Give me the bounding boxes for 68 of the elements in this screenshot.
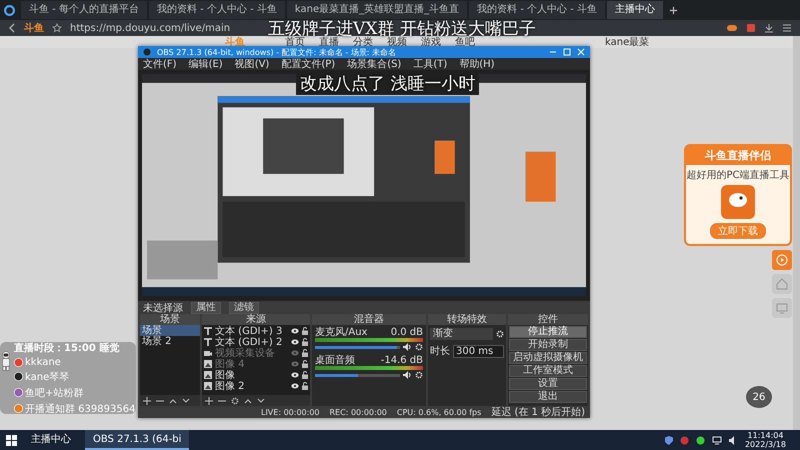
control-button[interactable]: 开始录制 [509, 339, 587, 351]
duration-field[interactable]: 300 ms [453, 344, 504, 358]
dock-title: 场景 [140, 314, 200, 325]
source-item[interactable]: 图像 2 [215, 378, 288, 392]
menu-item[interactable]: 工具(T) [413, 57, 448, 71]
channel-name: 桌面音频 [315, 355, 355, 366]
source-item[interactable]: 视频采集设备 [215, 346, 288, 360]
source-item[interactable]: 图像 [215, 368, 288, 382]
channel-reading: 0.0 dB [390, 327, 423, 338]
menu-item[interactable]: 配置文件(P) [281, 57, 336, 71]
nav-link[interactable]: 首页 [285, 35, 305, 49]
schedule-text: 鱼吧+站粉群 [25, 386, 84, 400]
browser-tab[interactable]: 我的资料 - 个人中心 - 斗鱼 [148, 1, 285, 19]
transition-dropdown[interactable]: 渐变 [430, 328, 493, 340]
cpu-status: CPU: 0.6%, 60.00 fps [396, 408, 482, 416]
browser-tab[interactable]: 主播中心 [607, 1, 664, 19]
control-button[interactable]: 工作室模式 [509, 365, 587, 377]
menu-item[interactable]: 文件(F) [143, 57, 177, 71]
promo-title: 斗鱼直播伴侣 [686, 146, 790, 165]
browser-tab[interactable]: kane最菜直播_英雄联盟直播_斗鱼直 [286, 1, 468, 19]
menu-item[interactable]: 帮助(H) [459, 57, 495, 71]
source-item[interactable]: 文本 (GDI+) 2 [215, 334, 288, 348]
control-button[interactable]: 退出 [509, 391, 587, 403]
progress-bubble[interactable]: 26 [746, 386, 772, 408]
stream-overlay-text: 改成八点了 浅睡一小时 [296, 72, 480, 95]
browser-tab[interactable]: 斗鱼 - 每个人的直播平台 [21, 1, 147, 19]
nav-link[interactable]: 游戏 [421, 35, 441, 49]
user-name[interactable]: kane最菜 [605, 35, 650, 49]
schedule-text: 直播时段：15:00 睡觉 [14, 342, 120, 354]
window-title: OBS 27.1.3 (64-bit, windows) - 配置文件: 未命名 - 场景: 未命名 [157, 46, 398, 58]
source-toolbar-button[interactable]: 属性 [191, 302, 221, 314]
taskbar-app[interactable]: 主播中心 [23, 430, 79, 450]
dock-title: 控件 [508, 314, 588, 325]
taskbar-app[interactable]: OBS 27.1.3 (64-bi [85, 430, 190, 450]
channel-name: 麦克风/Aux [315, 327, 368, 338]
menu-item[interactable]: 编辑(E) [188, 57, 223, 71]
nav-link[interactable]: 鱼吧 [455, 35, 475, 49]
duration-label: 时长 [430, 344, 450, 358]
source-toolbar-button[interactable]: 滤镜 [229, 302, 259, 314]
schedule-text: 开播通知群 639893564 [25, 402, 136, 416]
live-status: LIVE: 00:00:00 [260, 408, 320, 416]
clock-date[interactable]: 2022/3/18 [744, 440, 786, 449]
browser-tab[interactable]: 我的资料 - 个人中心 - 斗鱼 [469, 1, 606, 19]
schedule-text: kkkane [25, 356, 61, 368]
source-item[interactable]: 图像 4 [215, 356, 288, 370]
nav-link[interactable]: 视频 [387, 35, 407, 49]
schedule-text: kane琴琴 [25, 370, 70, 384]
rec-status: REC: 00:00:00 [330, 408, 387, 416]
control-button[interactable]: 启动虚拟摄像机 [509, 352, 587, 364]
no-source-label: 未选择源 [143, 302, 183, 314]
promo-subtitle: 超好用的PC端直播工具 [686, 168, 790, 182]
source-item[interactable]: 文本 (GDI+) 3 [215, 325, 288, 338]
dock-title: 来源 [202, 314, 310, 325]
dock-title: 混音器 [312, 314, 426, 325]
url-field[interactable]: https://mp.douyu.com/live/main [70, 22, 230, 34]
menu-item[interactable]: 场景集合(S) [347, 57, 402, 71]
clock-time[interactable]: 11:14:04 [748, 431, 784, 440]
site-logo[interactable]: 斗鱼 [24, 21, 44, 35]
scene-item[interactable]: 场景 [140, 325, 200, 336]
channel-reading: -14.6 dB [380, 355, 423, 366]
scene-item[interactable]: 场景 2 [140, 336, 200, 347]
dock-title: 转场特效 [428, 314, 506, 325]
control-button[interactable]: 停止推流 [509, 326, 587, 338]
delay-status: 延迟 (在 1 秒后开始) [491, 406, 585, 419]
menu-item[interactable]: 视图(V) [234, 57, 270, 71]
control-button[interactable]: 设置 [509, 378, 587, 390]
nav-link[interactable]: 直播 [319, 35, 339, 49]
nav-link[interactable]: 分类 [353, 35, 373, 49]
